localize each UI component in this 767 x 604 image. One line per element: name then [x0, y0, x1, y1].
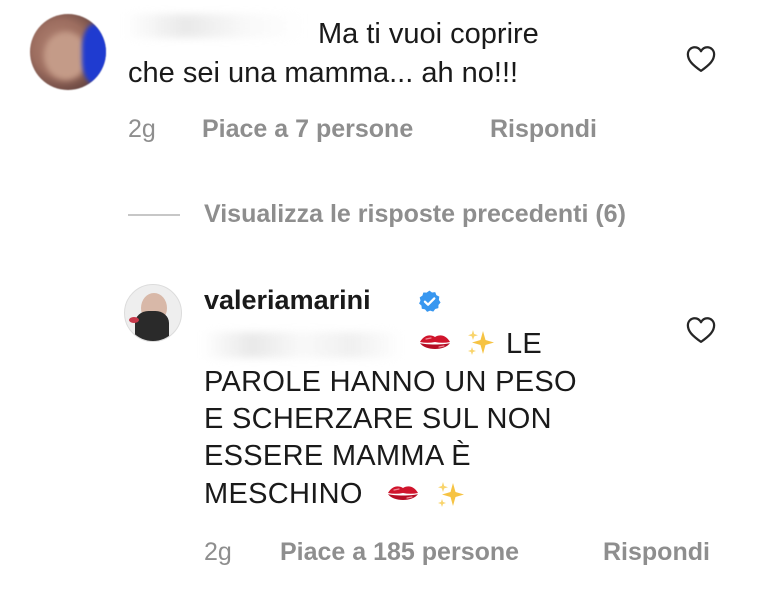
commenter-avatar[interactable] [30, 14, 106, 90]
reply-likes-link[interactable]: Piace a 185 persone [280, 538, 519, 567]
blurred-mention [202, 332, 402, 358]
comment-timestamp: 2g [128, 115, 156, 143]
sparkles-emoji-icon [438, 482, 464, 507]
kiss-emoji-icon [388, 486, 418, 500]
comment-text-line: che sei una mamma... ah no!!! [128, 57, 519, 89]
view-previous-replies-button[interactable]: Visualizza le risposte precedenti (6) [204, 200, 626, 229]
sparkles-emoji-icon [468, 330, 494, 355]
verified-badge-icon [419, 290, 441, 312]
reply-text-line: ESSERE MAMMA È [204, 440, 471, 472]
reply-avatar[interactable] [124, 284, 182, 342]
comment-text-line: Ma ti vuoi coprire [318, 18, 539, 50]
blurred-username [125, 14, 305, 38]
reply-text-line: LE [506, 328, 543, 360]
replies-divider [128, 214, 180, 216]
comment-likes-link[interactable]: Piace a 7 persone [202, 115, 413, 144]
reply-timestamp: 2g [204, 538, 232, 566]
reply-button[interactable]: Rispondi [490, 115, 597, 144]
kiss-emoji-icon [420, 335, 450, 349]
reply-text-line: PAROLE HANNO UN PESO [204, 366, 577, 398]
heart-outline-icon[interactable] [686, 316, 716, 344]
reply-text-line: MESCHINO [204, 478, 363, 510]
reply-button[interactable]: Rispondi [603, 538, 710, 567]
reply-text-line: E SCHERZARE SUL NON [204, 403, 552, 435]
heart-outline-icon[interactable] [686, 45, 716, 73]
reply-username[interactable]: valeriamarini [204, 285, 371, 316]
